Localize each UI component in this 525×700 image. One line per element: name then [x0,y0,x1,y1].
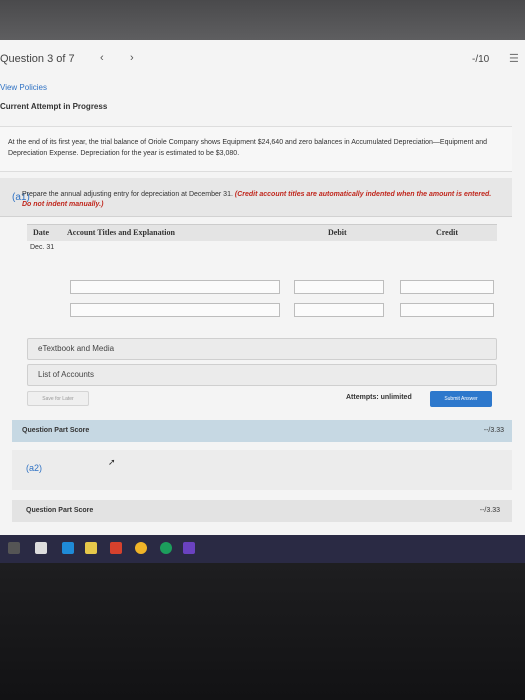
save-for-later-button[interactable]: Save for Later [27,391,89,406]
taskbar [0,535,525,563]
part-score-value: --/3.33 [479,507,500,514]
mail-icon[interactable] [62,542,74,554]
col-credit: Credit [436,228,459,237]
col-account: Account Titles and Explanation [67,228,175,237]
question-counter: Question 3 of 7 [0,53,75,65]
edge-icon[interactable] [160,542,172,554]
taskview-icon[interactable] [8,542,20,554]
entry-date: Dec. 31 [30,244,55,251]
problem-statement-box: At the end of its first year, the trial … [0,126,512,172]
debit-field-1[interactable] [294,280,384,294]
instruction-main: Prepare the annual adjusting entry for d… [22,191,233,198]
part-a2-section[interactable]: (a2) [12,450,512,490]
account-title-field-2[interactable] [70,303,280,317]
question-score: -/10 [472,54,490,65]
debit-field-2[interactable] [294,303,384,317]
problem-text: At the end of its first year, the trial … [8,139,487,157]
next-question-icon[interactable]: › [130,52,134,64]
credit-field-2[interactable] [400,303,494,317]
folder-icon[interactable] [85,542,97,554]
view-policies-link[interactable]: View Policies [0,83,47,92]
question-header: Question 3 of 7 ‹ › -/10 ☰ [0,40,525,82]
prev-question-icon[interactable]: ‹ [100,52,104,64]
list-of-accounts-button[interactable]: List of Accounts [27,364,497,386]
attempts-text: Attempts: unlimited [346,394,412,401]
attempt-status: Current Attempt in Progress [0,102,108,111]
part-score-bar-a2: Question Part Score --/3.33 [12,500,512,522]
col-date: Date [33,228,49,237]
store-icon[interactable] [35,542,47,554]
part-score-bar-a1: Question Part Score --/3.33 [12,420,512,442]
monitor-top-bezel [0,0,525,40]
account-title-field-1[interactable] [70,280,280,294]
credit-field-1[interactable] [400,280,494,294]
instruction-text: Prepare the annual adjusting entry for d… [22,190,502,210]
chrome-icon[interactable] [135,542,147,554]
submit-answer-button[interactable]: Submit Answer [430,391,492,407]
part-score-label: Question Part Score [22,427,90,434]
monitor-bottom-bezel [0,563,525,700]
mouse-cursor-icon: ➚ [108,457,116,467]
etextbook-button[interactable]: eTextbook and Media [27,338,497,360]
list-icon[interactable]: ☰ [509,52,519,65]
part-a2-label: (a2) [26,463,43,473]
col-debit: Debit [328,228,347,237]
part-score-value: --/3.33 [483,427,504,434]
part-score-label: Question Part Score [26,507,94,514]
journal-table-header: Date Account Titles and Explanation Debi… [27,224,497,241]
office-icon[interactable] [110,542,122,554]
app-icon[interactable] [183,542,195,554]
